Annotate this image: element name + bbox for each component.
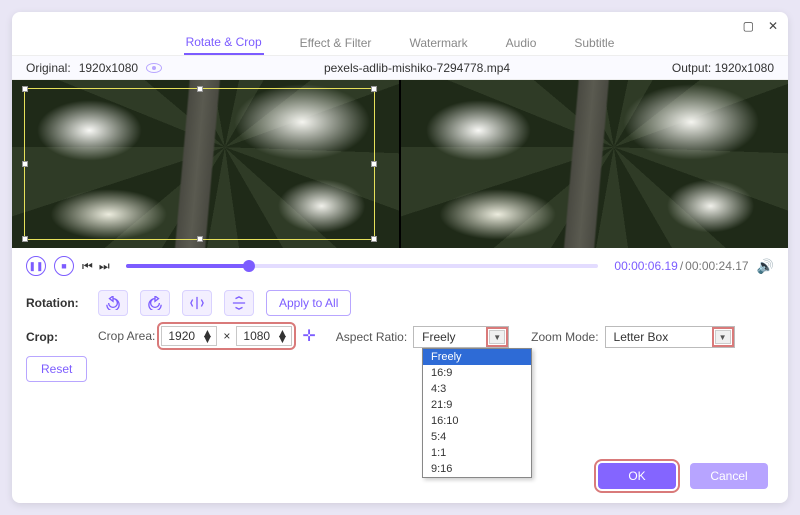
crop-handle[interactable]	[197, 236, 203, 242]
zoom-mode-field: Zoom Mode: Letter Box ▼	[531, 326, 734, 348]
crop-handle[interactable]	[371, 86, 377, 92]
ok-button[interactable]: OK	[598, 463, 676, 489]
seek-thumb[interactable]	[243, 260, 255, 272]
output-label: Output:	[672, 61, 711, 75]
aspect-option[interactable]: 16:9	[423, 365, 531, 381]
aspect-option[interactable]: 1:1	[423, 445, 531, 461]
video-frame-output	[401, 80, 788, 248]
flip-vertical-button[interactable]	[224, 290, 254, 316]
aspect-ratio-select[interactable]: Freely ▼	[413, 326, 509, 348]
crop-handle[interactable]	[371, 236, 377, 242]
pause-button[interactable]: ❚❚	[26, 256, 46, 276]
preview-original[interactable]	[12, 80, 399, 248]
crop-width-value: 1920	[168, 329, 195, 343]
eye-icon[interactable]	[146, 63, 162, 73]
aspect-ratio-dropdown[interactable]: Freely16:94:321:916:105:41:19:16	[422, 348, 532, 478]
original-dims: Original: 1920x1080	[26, 61, 162, 75]
crop-handle[interactable]	[197, 86, 203, 92]
times-icon: ×	[223, 329, 230, 343]
aspect-option[interactable]: 4:3	[423, 381, 531, 397]
rotation-label: Rotation:	[26, 296, 86, 310]
crop-handle[interactable]	[22, 161, 28, 167]
aspect-ratio-field: Aspect Ratio: Freely ▼	[336, 326, 509, 348]
crop-area-group: Crop Area: 1920 ▲▼ × 1080 ▲▼ ✛	[98, 326, 320, 346]
apply-all-button[interactable]: Apply to All	[266, 290, 351, 316]
reset-button[interactable]: Reset	[26, 356, 87, 382]
prev-frame-icon[interactable]: ⏮	[82, 259, 93, 274]
preview-area	[12, 80, 788, 248]
close-button[interactable]: ✕	[768, 19, 778, 33]
aspect-ratio-label: Aspect Ratio:	[336, 330, 407, 344]
rotate-right-button[interactable]	[140, 290, 170, 316]
zoom-mode-select[interactable]: Letter Box ▼	[605, 326, 735, 348]
crop-selection[interactable]	[24, 88, 375, 240]
zoom-mode-value: Letter Box	[614, 330, 669, 344]
seek-fill	[126, 264, 249, 268]
spin-down-icon[interactable]: ▼	[201, 337, 213, 342]
crop-handle[interactable]	[22, 236, 28, 242]
output-value: 1920x1080	[715, 61, 774, 75]
tab-audio[interactable]: Audio	[504, 32, 539, 54]
cancel-button[interactable]: Cancel	[690, 463, 768, 489]
rotation-row: Rotation: Apply to All	[12, 284, 788, 322]
crop-row: Crop: Crop Area: 1920 ▲▼ × 1080 ▲▼ ✛ Asp…	[12, 322, 788, 352]
aspect-option[interactable]: Freely	[423, 349, 531, 365]
rotate-left-button[interactable]	[98, 290, 128, 316]
crop-height-input[interactable]: 1080 ▲▼	[236, 326, 292, 346]
chevron-down-icon[interactable]: ▼	[715, 330, 731, 344]
output-dims: Output: 1920x1080	[672, 61, 774, 75]
crop-area-label: Crop Area:	[98, 329, 155, 343]
crop-position-icon[interactable]: ✛	[302, 326, 315, 346]
aspect-option[interactable]: 9:16	[423, 461, 531, 477]
tab-bar: Rotate & Crop Effect & Filter Watermark …	[12, 30, 788, 56]
crop-handle[interactable]	[22, 86, 28, 92]
next-frame-icon[interactable]: ⏭	[99, 259, 110, 274]
time-total: 00:00:24.17	[685, 259, 748, 273]
aspect-option[interactable]: 16:10	[423, 413, 531, 429]
volume-icon[interactable]: 🔊	[757, 258, 774, 275]
crop-label: Crop:	[26, 326, 86, 344]
time-sep: /	[680, 259, 683, 273]
time-current: 00:00:06.19	[614, 259, 677, 273]
time-display: 00:00:06.19 / 00:00:24.17	[614, 259, 748, 273]
aspect-option[interactable]: 21:9	[423, 397, 531, 413]
flip-horizontal-button[interactable]	[182, 290, 212, 316]
crop-handle[interactable]	[371, 161, 377, 167]
spin-down-icon[interactable]: ▼	[277, 337, 289, 342]
editor-window: ▢ ✕ Rotate & Crop Effect & Filter Waterm…	[12, 12, 788, 503]
preview-output	[399, 80, 788, 248]
tab-subtitle[interactable]: Subtitle	[572, 32, 616, 54]
aspect-option[interactable]: 5:4	[423, 429, 531, 445]
chevron-down-icon[interactable]: ▼	[489, 330, 505, 344]
tab-watermark[interactable]: Watermark	[407, 32, 469, 54]
tab-effect-filter[interactable]: Effect & Filter	[298, 32, 374, 54]
maximize-button[interactable]: ▢	[743, 19, 754, 33]
frame-nav: ⏮ ⏭	[82, 259, 110, 274]
original-label: Original:	[26, 61, 71, 75]
stop-button[interactable]: ■	[54, 256, 74, 276]
crop-height-value: 1080	[243, 329, 270, 343]
dialog-footer: OK Cancel	[598, 463, 768, 489]
zoom-mode-label: Zoom Mode:	[531, 330, 598, 344]
filename: pexels-adlib-mishiko-7294778.mp4	[324, 61, 510, 75]
crop-width-input[interactable]: 1920 ▲▼	[161, 326, 217, 346]
original-value: 1920x1080	[79, 61, 138, 75]
playback-controls: ❚❚ ■ ⏮ ⏭ 00:00:06.19 / 00:00:24.17 🔊	[12, 248, 788, 284]
aspect-ratio-value: Freely	[422, 330, 455, 344]
seek-slider[interactable]	[126, 264, 599, 268]
info-bar: Original: 1920x1080 pexels-adlib-mishiko…	[12, 56, 788, 80]
tab-rotate-crop[interactable]: Rotate & Crop	[184, 31, 264, 55]
